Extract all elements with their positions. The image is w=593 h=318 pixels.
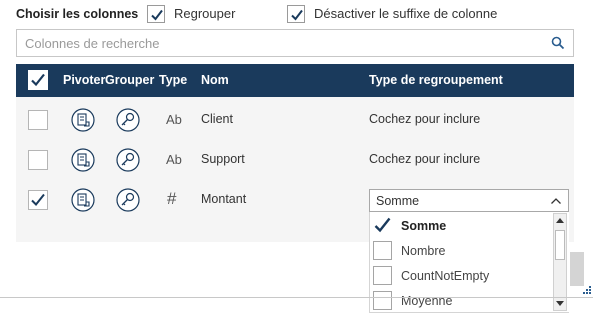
row-column-name: Client: [201, 112, 233, 126]
option-label: CountNotEmpty: [401, 269, 490, 283]
disable-suffix-label: Désactiver le suffixe de colonne: [314, 6, 498, 21]
regroup-checkbox[interactable]: [147, 5, 165, 23]
group-key-icon[interactable]: [116, 108, 140, 132]
column-chooser-header: Choisir les colonnes Regrouper Désactive…: [0, 0, 593, 28]
option-average[interactable]: Moyenne: [370, 288, 550, 313]
column-header-grouping-type[interactable]: Type de regroupement: [369, 73, 503, 87]
table-header: Pivoter Grouper Type Nom Type de regroup…: [16, 64, 574, 97]
grouping-type-selected-value: Somme: [376, 194, 420, 208]
option-checkbox[interactable]: [373, 241, 392, 260]
option-count[interactable]: Nombre: [370, 238, 550, 263]
column-search-input[interactable]: [17, 30, 537, 56]
grouping-type-select[interactable]: Somme: [369, 189, 569, 212]
text-type-icon: Ab: [166, 152, 182, 167]
row-grouping-type: Cochez pour inclure: [369, 152, 481, 166]
group-key-icon[interactable]: [116, 188, 140, 212]
panel-scrollbar[interactable]: [570, 252, 584, 286]
column-header-name[interactable]: Nom: [201, 73, 229, 87]
column-header-type[interactable]: Type: [159, 73, 187, 87]
column-header-pivot[interactable]: Pivoter: [63, 73, 105, 87]
checkmark-icon: [291, 9, 303, 21]
disable-suffix-checkbox[interactable]: [287, 5, 305, 23]
row-column-name: Montant: [201, 192, 247, 206]
table-row: Ab Support Cochez pour inclure: [16, 140, 574, 180]
row-include-checkbox[interactable]: [28, 190, 48, 210]
scroll-down-arrow-icon[interactable]: [556, 301, 564, 306]
resize-grip-icon[interactable]: [580, 283, 592, 295]
option-count-not-empty[interactable]: CountNotEmpty: [370, 263, 550, 288]
option-label: Nombre: [401, 244, 446, 258]
group-key-icon[interactable]: [116, 148, 140, 172]
checkmark-icon: [31, 193, 45, 206]
chevron-up-icon: [551, 198, 561, 204]
regroup-label: Regrouper: [174, 6, 236, 21]
row-include-checkbox[interactable]: [28, 110, 48, 130]
option-label: Somme: [401, 219, 447, 233]
checkmark-icon: [151, 9, 163, 21]
pivot-icon[interactable]: [71, 148, 95, 172]
option-checkbox[interactable]: [373, 291, 392, 310]
search-icon[interactable]: [551, 36, 565, 50]
pivot-icon[interactable]: [71, 108, 95, 132]
column-header-group[interactable]: Grouper: [105, 73, 154, 87]
pivot-icon[interactable]: [71, 188, 95, 212]
table-row: Ab Client Cochez pour inclure: [16, 100, 574, 140]
divider: [0, 297, 593, 298]
scroll-up-arrow-icon[interactable]: [556, 218, 564, 223]
checkmark-icon: [374, 217, 391, 233]
column-chooser-title: Choisir les colonnes: [16, 7, 139, 21]
row-grouping-type: Cochez pour inclure: [369, 112, 481, 126]
option-checkbox[interactable]: [373, 266, 392, 285]
scrollbar-thumb[interactable]: [555, 230, 565, 260]
text-type-icon: Ab: [166, 112, 182, 127]
option-checkbox[interactable]: [373, 216, 392, 235]
checkmark-icon: [31, 73, 45, 87]
select-all-checkbox[interactable]: [28, 70, 48, 90]
option-sum[interactable]: Somme: [370, 213, 550, 238]
column-search: [16, 29, 574, 57]
row-column-name: Support: [201, 152, 245, 166]
number-type-icon: #: [167, 189, 177, 208]
row-include-checkbox[interactable]: [28, 150, 48, 170]
